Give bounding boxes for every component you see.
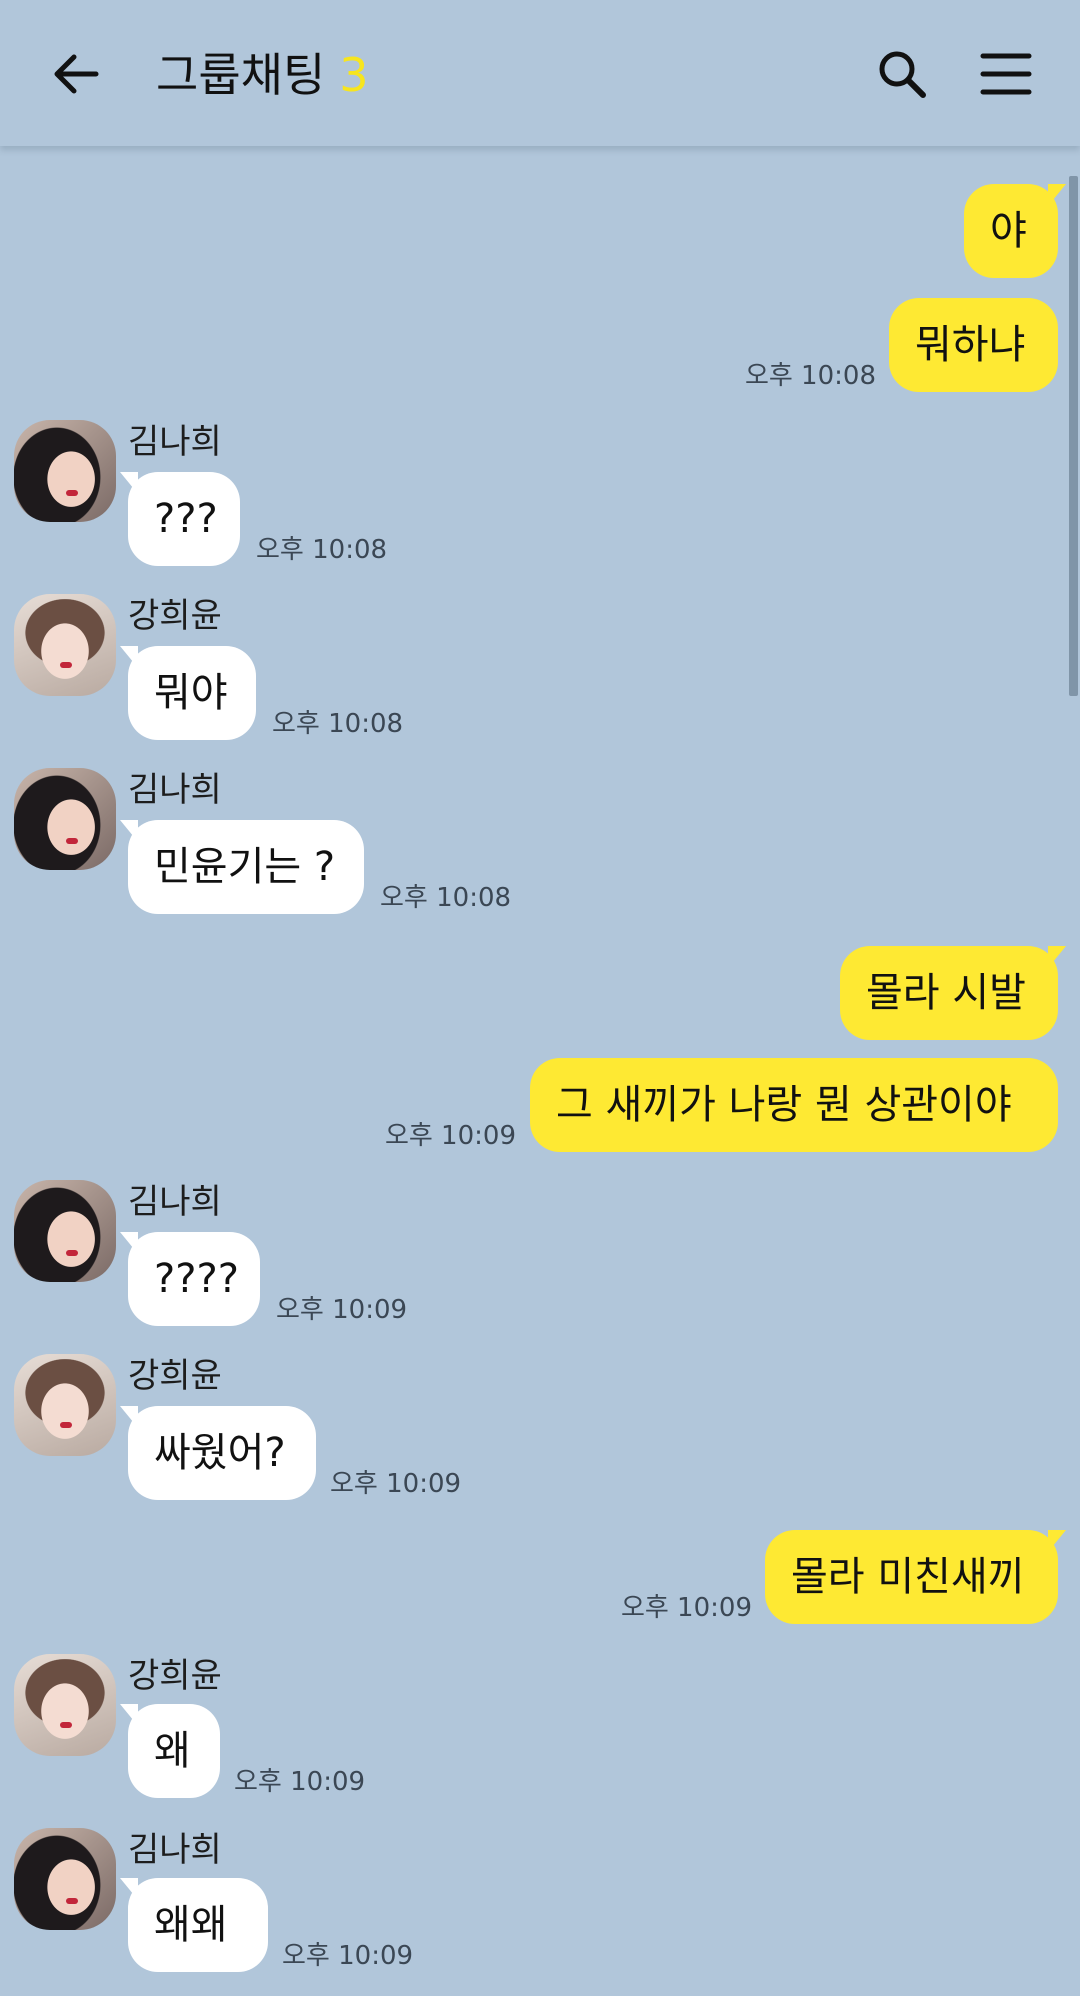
other-message-bubble[interactable]: 왜: [120, 1704, 220, 1798]
my-message-bubble[interactable]: 몰라 시발: [840, 946, 1066, 1040]
avatar-kim-nahee[interactable]: [14, 420, 116, 522]
my-message-bubble[interactable]: 야: [964, 184, 1066, 278]
chat-header: 그룹채팅 3: [0, 0, 1080, 146]
sender-name: 강희윤: [128, 1656, 222, 1696]
sender-name: 강희윤: [128, 1356, 222, 1396]
avatar-kim-nahee[interactable]: [14, 1828, 116, 1930]
arrow-left-icon: [54, 54, 99, 94]
avatar-kim-nahee[interactable]: [14, 1180, 116, 1282]
sender-name: 김나희: [128, 1830, 222, 1870]
sender-name: 강희윤: [128, 596, 222, 636]
back-button[interactable]: [40, 38, 112, 110]
avatar-kang-heeyun[interactable]: [14, 1654, 116, 1756]
message-time: 오후 10:09: [276, 1295, 408, 1325]
other-message-bubble[interactable]: 뭐야: [120, 646, 256, 740]
message-time: 오후 10:08: [380, 883, 512, 913]
hamburger-menu-icon: [980, 53, 1032, 95]
scrollbar[interactable]: [1069, 176, 1078, 696]
message-time: 오후 10:09: [330, 1469, 462, 1499]
message-time: 오후 10:09: [234, 1767, 366, 1797]
message-time: 오후 10:08: [744, 361, 876, 391]
other-message-bubble[interactable]: ???: [120, 472, 240, 566]
avatar-kang-heeyun[interactable]: [14, 1354, 116, 1456]
sender-name: 김나희: [128, 770, 222, 810]
member-count: 3: [339, 48, 369, 102]
message-list: 야 뭐하냐 오후 10:08 김나희 ??? 오후 10:08 강희윤 뭐야 오…: [0, 0, 1080, 1996]
message-time: 오후 10:09: [384, 1121, 516, 1151]
other-message-bubble[interactable]: 민윤기는 ?: [120, 820, 364, 914]
message-time: 오후 10:08: [256, 535, 388, 565]
search-button[interactable]: [866, 38, 938, 110]
other-message-bubble[interactable]: 왜왜: [120, 1878, 268, 1972]
message-time: 오후 10:09: [282, 1941, 414, 1971]
message-time: 오후 10:08: [272, 709, 404, 739]
sender-name: 김나희: [128, 1182, 222, 1222]
chat-title-text: 그룹채팅: [156, 48, 326, 102]
my-message-bubble[interactable]: 뭐하냐: [889, 298, 1058, 392]
avatar-kim-nahee[interactable]: [14, 768, 116, 870]
sender-name: 김나희: [128, 422, 222, 462]
search-icon: [879, 51, 926, 98]
menu-button[interactable]: [970, 38, 1042, 110]
my-message-bubble[interactable]: 몰라 미친새끼: [765, 1530, 1066, 1624]
other-message-bubble[interactable]: 싸웠어?: [120, 1406, 316, 1500]
other-message-bubble[interactable]: ????: [120, 1232, 260, 1326]
message-time: 오후 10:09: [620, 1593, 752, 1623]
chat-title: 그룹채팅 3: [156, 40, 369, 110]
my-message-bubble[interactable]: 그 새끼가 나랑 뭔 상관이야: [530, 1058, 1058, 1152]
avatar-kang-heeyun[interactable]: [14, 594, 116, 696]
